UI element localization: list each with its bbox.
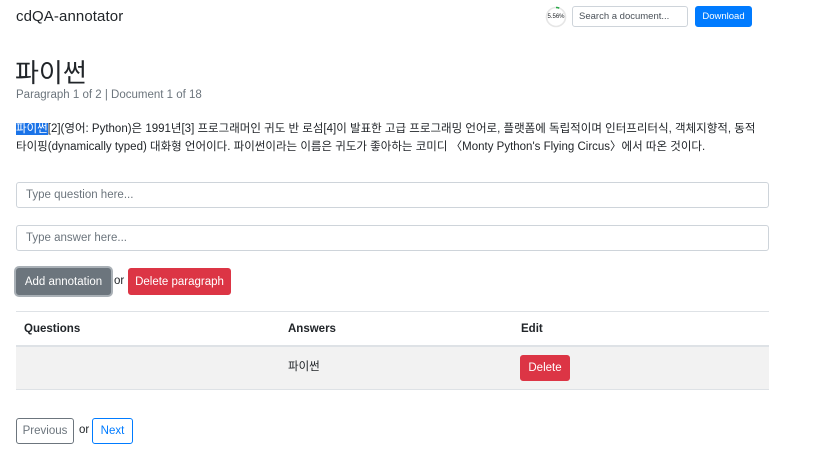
progress-indicator: 5.56%	[545, 6, 567, 28]
search-input[interactable]	[572, 6, 688, 27]
navbar: cdQA-annotator 5.56% Download	[0, 0, 832, 34]
page-title: 파이썬	[15, 58, 87, 88]
app-brand[interactable]: cdQA-annotator	[16, 8, 123, 25]
table-divider	[16, 311, 769, 312]
paragraph-body: [2](영어: Python)은 1991년[3] 프로그래머인 귀도 반 로섬…	[16, 123, 756, 153]
delete-paragraph-button[interactable]: Delete paragraph	[128, 268, 231, 295]
column-header-edit: Edit	[521, 323, 543, 335]
delete-annotation-button[interactable]: Delete	[520, 355, 570, 381]
or-separator: or	[114, 275, 125, 287]
add-annotation-button[interactable]: Add annotation	[16, 268, 111, 295]
column-header-questions: Questions	[24, 323, 81, 335]
paragraph-counter: Paragraph 1 of 2 | Document 1 of 18	[16, 89, 202, 101]
download-button[interactable]: Download	[695, 6, 752, 27]
answer-cell: 파이썬	[288, 361, 320, 373]
column-header-answers: Answers	[288, 323, 336, 335]
answer-input[interactable]	[16, 225, 769, 251]
selected-text-highlight[interactable]: 파이썬	[16, 123, 48, 135]
table-row: 파이썬 Delete	[16, 347, 769, 390]
progress-label: 5.56%	[547, 14, 565, 20]
previous-button[interactable]: Previous	[16, 418, 74, 444]
next-button[interactable]: Next	[92, 418, 133, 444]
paragraph-text: 파이썬[2](영어: Python)은 1991년[3] 프로그래머인 귀도 반…	[16, 120, 768, 156]
or-separator: or	[79, 424, 90, 436]
question-input[interactable]	[16, 182, 769, 208]
